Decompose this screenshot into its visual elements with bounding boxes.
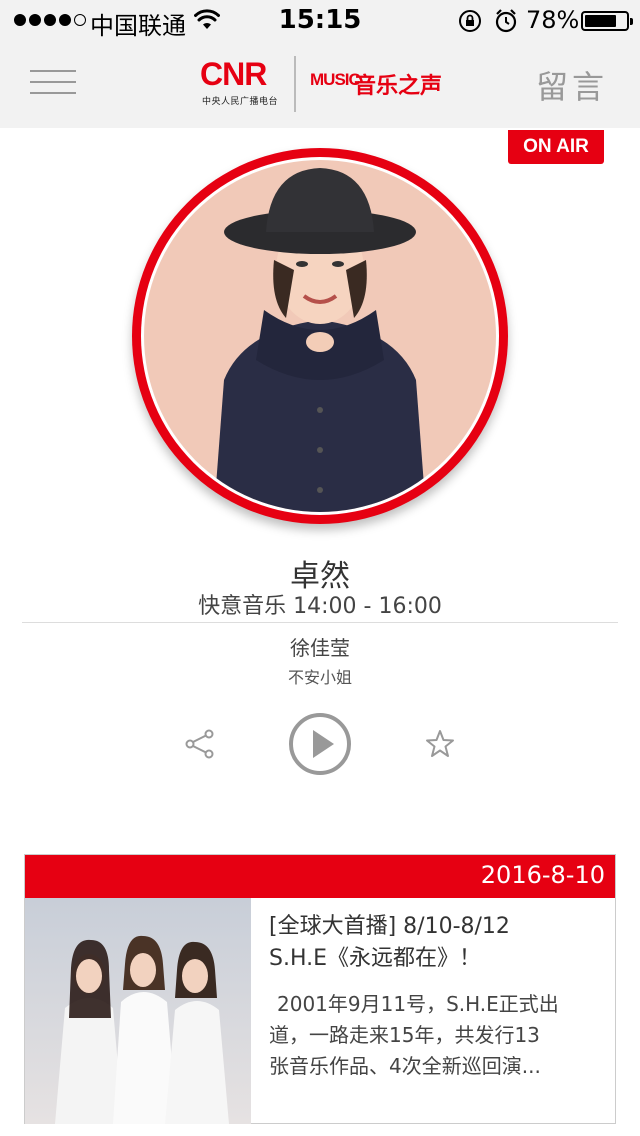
- news-card[interactable]: 2016-8-10 [全球大首播] 8/10-8/12 S.H.E《永远都在》！…: [24, 854, 616, 1124]
- battery-icon: [581, 11, 633, 31]
- news-date: 2016-8-10: [480, 861, 605, 889]
- status-bar: 中国联通 15:15 78%: [0, 0, 640, 40]
- alarm-icon: [495, 9, 517, 33]
- news-title: [全球大首播] 8/10-8/12 S.H.E《永远都在》！: [269, 911, 607, 975]
- host-avatar: [132, 148, 508, 524]
- logo-cnr-text: CNR: [200, 56, 267, 92]
- message-button[interactable]: 留言: [536, 62, 608, 108]
- menu-button[interactable]: [30, 70, 76, 96]
- rotation-lock-icon: [459, 10, 481, 32]
- app-header: CNR 中央人民广播电台 MUSIC 音乐之声 留言: [0, 40, 640, 128]
- now-playing-artist: 徐佳莹: [290, 636, 350, 660]
- logo-divider: [294, 56, 296, 112]
- news-title-line-2: S.H.E《永远都在》！: [269, 946, 482, 971]
- news-summary: 2001年9月11号，S.H.E正式出 道，一路走来15年，共发行13 张音乐作…: [269, 989, 607, 1082]
- news-date-bar: 2016-8-10: [25, 855, 615, 898]
- logo-music-text: MUSIC: [310, 70, 361, 89]
- star-icon[interactable]: [424, 728, 456, 760]
- news-thumbnail: [25, 898, 251, 1124]
- play-button[interactable]: [288, 712, 352, 776]
- program-schedule: 快意音乐 14:00 - 16:00: [198, 594, 442, 619]
- news-summary-line-1: 2001年9月11号，S.H.E正式出: [277, 992, 559, 1016]
- battery-percent: 78%: [526, 6, 580, 34]
- divider: [22, 622, 618, 623]
- battery-fill: [585, 15, 617, 27]
- on-air-badge: ON AIR: [508, 130, 604, 164]
- play-icon: [313, 730, 334, 758]
- share-icon[interactable]: [184, 728, 216, 760]
- now-playing-song: 不安小姐: [287, 668, 352, 687]
- news-summary-line-2: 道，一路走来15年，共发行13: [269, 1023, 540, 1047]
- cnr-music-logo: CNR 中央人民广播电台 MUSIC 音乐之声: [198, 56, 448, 116]
- news-summary-line-3: 张音乐作品、4次全新巡回演...: [269, 1054, 541, 1078]
- logo-cnr-subtitle: 中央人民广播电台: [202, 97, 279, 107]
- host-photo: [144, 160, 496, 512]
- logo-music-cn: 音乐之声: [354, 74, 443, 99]
- news-title-line-1: [全球大首播] 8/10-8/12: [269, 914, 510, 939]
